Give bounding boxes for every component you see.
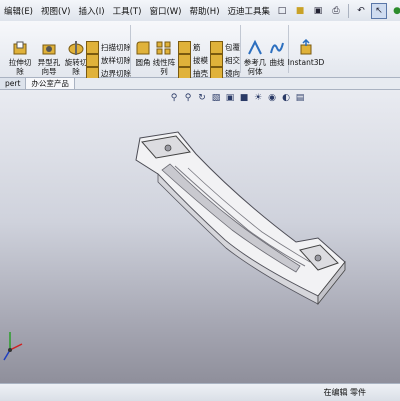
part-model[interactable] xyxy=(0,90,400,383)
loft-cut-button[interactable]: 放样切除 xyxy=(86,53,131,67)
tab-pert[interactable]: pert xyxy=(0,78,27,89)
toolbar-separator xyxy=(348,3,350,18)
intersect-button[interactable]: 相交 xyxy=(210,53,240,67)
intersect-label: 相交 xyxy=(225,55,240,65)
linear-pattern-button[interactable]: 线性阵 列 xyxy=(152,39,176,76)
instant3d-button[interactable]: Instant3D xyxy=(287,39,325,67)
fillet-icon xyxy=(136,41,150,55)
coordinate-triad xyxy=(3,332,23,361)
ribbon-separator xyxy=(130,25,131,73)
menu-maidi-tools[interactable]: 迈迪工具集 xyxy=(224,5,275,17)
revolve-cut-icon xyxy=(68,41,84,55)
intersect-icon xyxy=(210,53,223,67)
status-text: 在编辑 零件 xyxy=(323,388,366,397)
draft-icon xyxy=(178,53,191,67)
command-tabs: pert 办公室产品 xyxy=(0,78,400,90)
open-folder-icon[interactable]: ■ xyxy=(292,3,308,19)
boundary-cut-label: 边界切除 xyxy=(101,68,131,78)
left-hole xyxy=(164,144,172,152)
instant3d-label: Instant3D xyxy=(287,58,325,67)
part-channel xyxy=(161,163,301,273)
save-icon[interactable]: ▣ xyxy=(310,3,326,19)
command-manager: 拉伸切 除 异型孔 向导 旋转切 除 扫描切除 放样切除 边界切除 圆角 线性阵… xyxy=(0,21,400,80)
swept-cut-icon xyxy=(86,40,99,54)
menu-view[interactable]: 视图(V) xyxy=(37,5,74,17)
rebuild-icon[interactable]: ● xyxy=(389,3,400,19)
undo-icon[interactable]: ↶ xyxy=(353,3,369,19)
linear-pattern-icon xyxy=(156,41,171,55)
quick-access-toolbar: □ ■ ▣ ⎙ ↶ ↖ ● ⚙ xyxy=(274,2,400,19)
tab-office-products[interactable]: 办公室产品 xyxy=(26,78,75,89)
instant3d-icon xyxy=(300,39,312,55)
hole-wizard-label: 异型孔 向导 xyxy=(37,58,61,76)
print-icon[interactable]: ⎙ xyxy=(328,3,344,19)
right-hole xyxy=(314,254,322,262)
menu-window[interactable]: 窗口(W) xyxy=(145,5,185,17)
fillet-label: 圆角 xyxy=(135,58,151,67)
curves-button[interactable]: 曲线 xyxy=(268,39,286,67)
extrude-cut-button[interactable]: 拉伸切 除 xyxy=(6,39,34,76)
wrap-button[interactable]: 包覆 xyxy=(210,40,240,54)
menu-help[interactable]: 帮助(H) xyxy=(185,5,223,17)
extrude-cut-label: 拉伸切 除 xyxy=(8,58,32,76)
menu-insert[interactable]: 插入(I) xyxy=(74,5,108,17)
swept-cut-button[interactable]: 扫描切除 xyxy=(86,40,131,54)
menu-bar: 编辑(E) 视图(V) 插入(I) 工具(T) 窗口(W) 帮助(H) 迈迪工具… xyxy=(0,0,400,22)
revolve-cut-label: 旋转切 除 xyxy=(64,58,88,76)
menu-tools[interactable]: 工具(T) xyxy=(109,5,146,17)
status-bar: 在编辑 零件 xyxy=(0,383,400,401)
loft-cut-label: 放样切除 xyxy=(101,55,131,65)
wrap-label: 包覆 xyxy=(225,42,240,52)
rib-label: 筋 xyxy=(193,42,201,52)
draft-label: 拔模 xyxy=(193,55,208,65)
new-document-icon[interactable]: □ xyxy=(274,3,290,19)
draft-button[interactable]: 拔模 xyxy=(178,53,208,67)
reference-geometry-label: 参考几 何体 xyxy=(243,58,267,76)
ribbon-separator xyxy=(240,25,241,73)
wrap-icon xyxy=(210,40,223,54)
reference-geometry-button[interactable]: 参考几 何体 xyxy=(242,39,268,76)
linear-pattern-label: 线性阵 列 xyxy=(152,58,176,76)
rib-button[interactable]: 筋 xyxy=(178,40,201,54)
rib-icon xyxy=(178,40,191,54)
menu-edit[interactable]: 编辑(E) xyxy=(0,5,37,17)
extrude-cut-icon xyxy=(13,41,27,55)
curves-icon xyxy=(270,42,284,54)
select-cursor-icon[interactable]: ↖ xyxy=(371,2,388,19)
fillet-button[interactable]: 圆角 xyxy=(132,39,154,67)
shell-label: 抽壳 xyxy=(193,68,208,78)
graphics-area[interactable]: ⚲ ⚲ ↻ ▧ ▣ ■ ☀ ◉ ◐ ▤ xyxy=(0,90,400,383)
reference-geometry-icon xyxy=(248,39,262,55)
mirror-label: 镜向 xyxy=(225,68,240,78)
part-body xyxy=(135,131,346,297)
hole-wizard-button[interactable]: 异型孔 向导 xyxy=(35,39,63,76)
curves-label: 曲线 xyxy=(269,58,285,67)
loft-cut-icon xyxy=(86,53,99,67)
swept-cut-label: 扫描切除 xyxy=(101,42,131,52)
hole-wizard-icon xyxy=(42,44,56,55)
